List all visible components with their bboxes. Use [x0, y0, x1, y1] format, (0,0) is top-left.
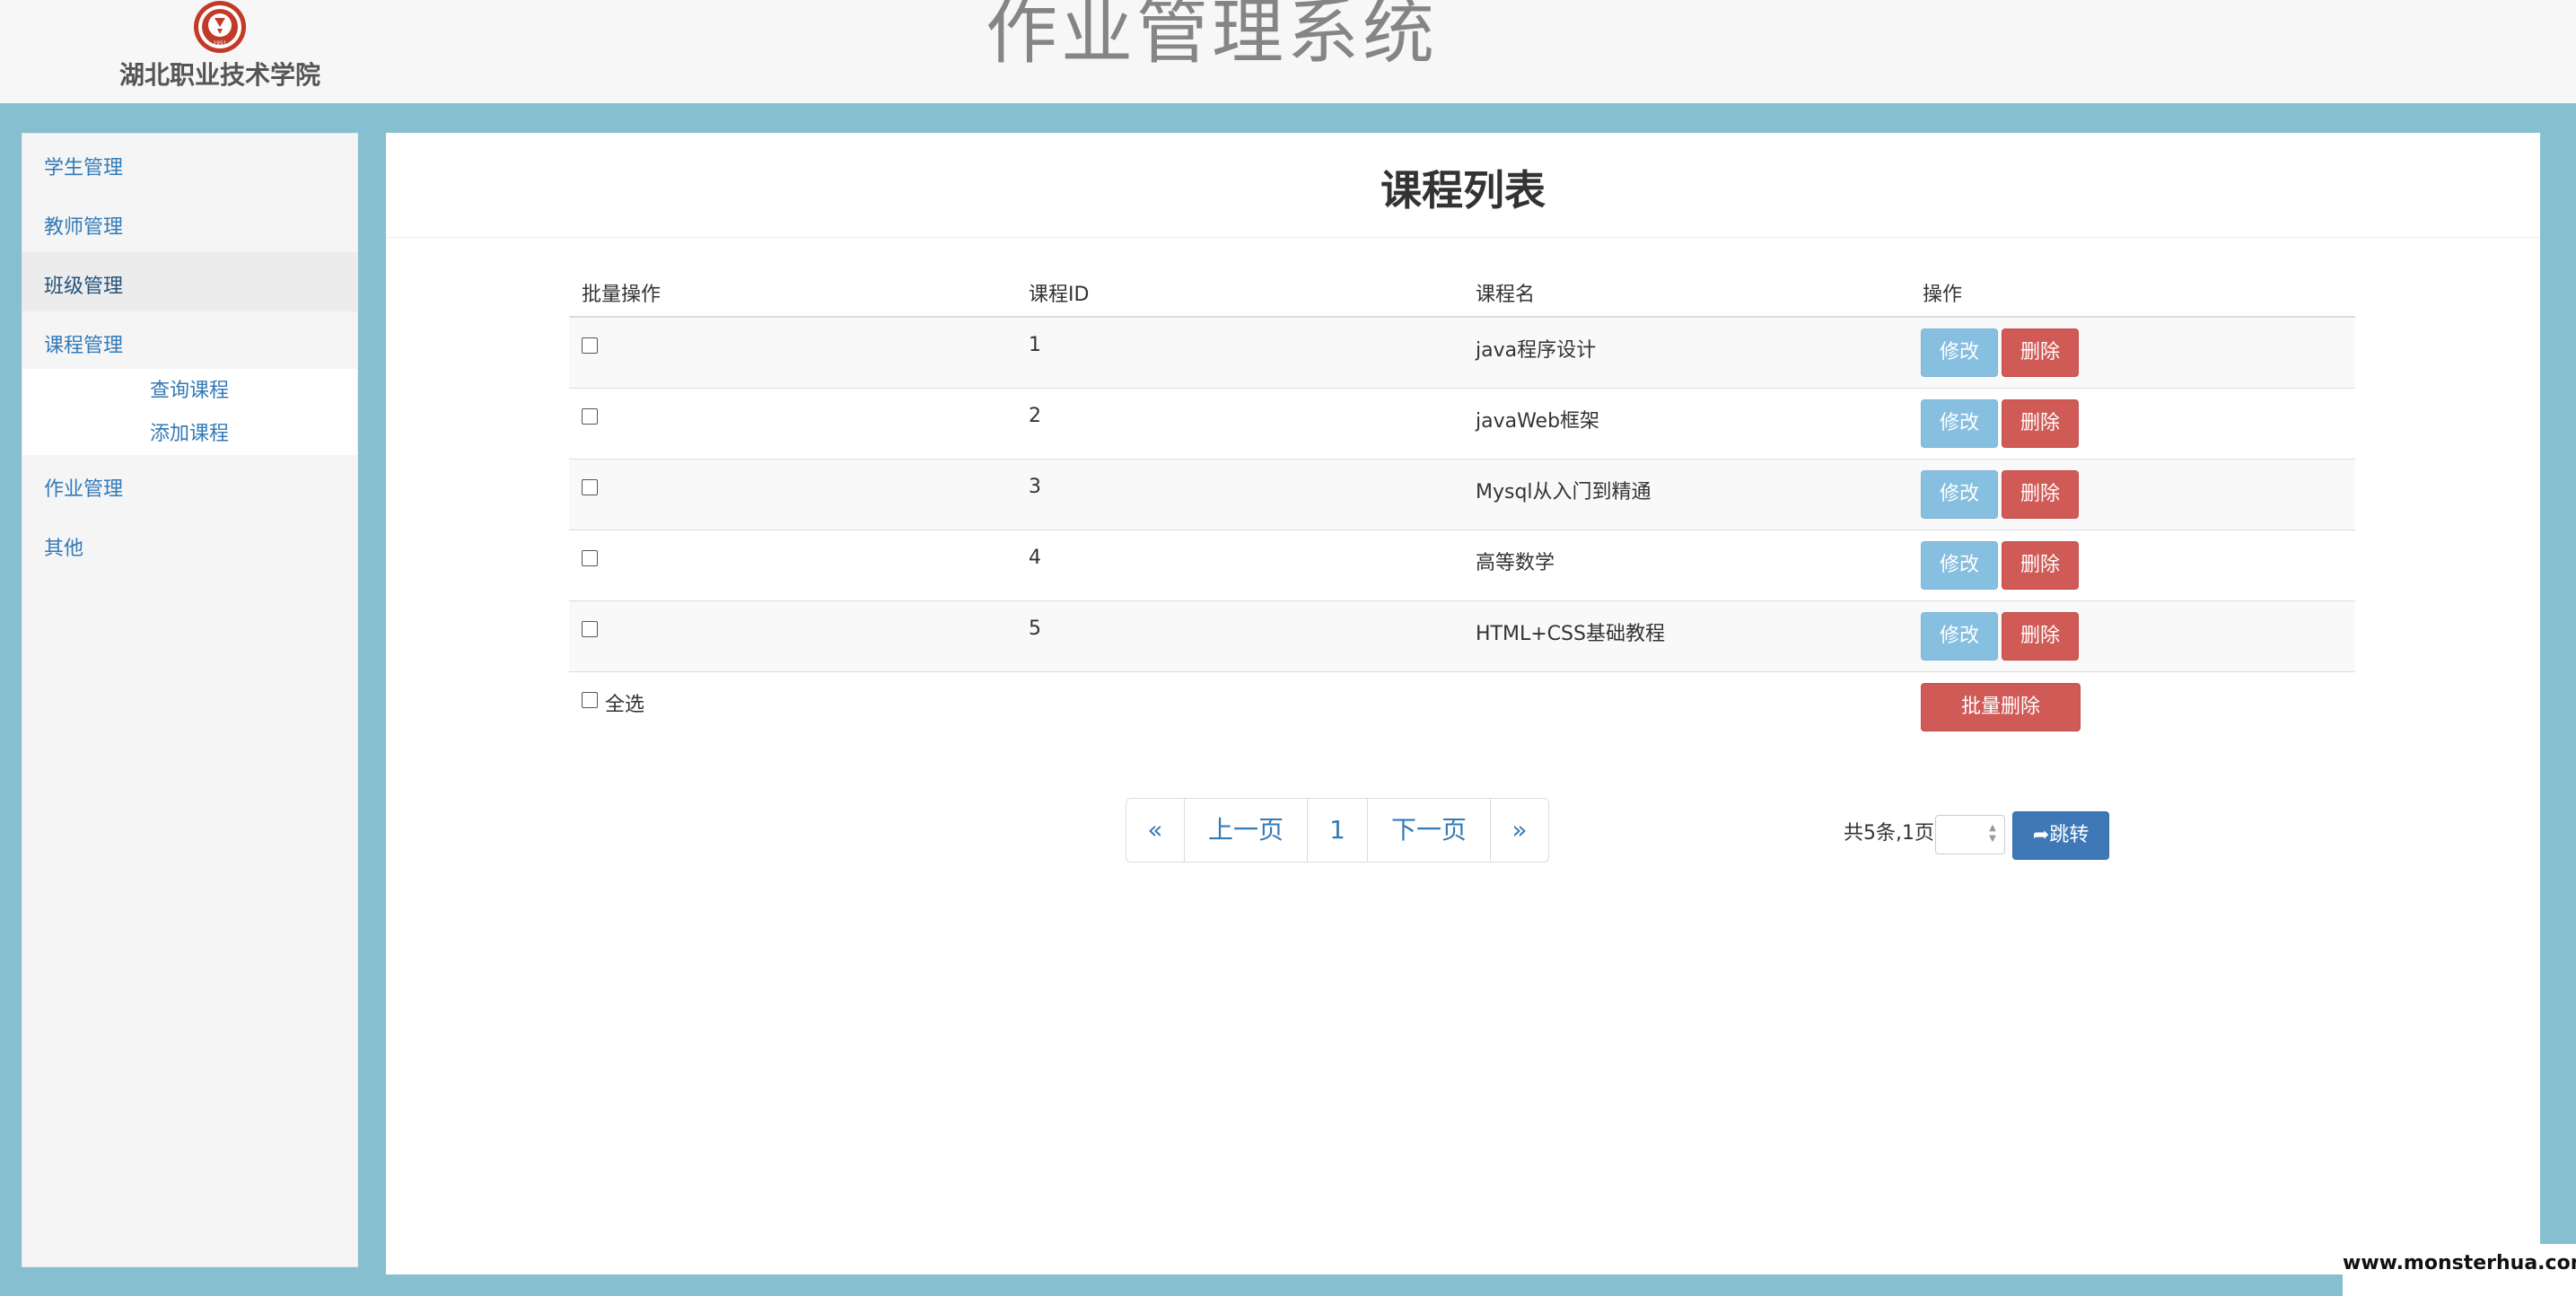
column-header-name: 课程名 [1476, 284, 1536, 306]
svg-text:1951: 1951 [213, 40, 226, 47]
course-id: 2 [1029, 405, 1041, 427]
prev-page-link[interactable]: 上一页 [1185, 799, 1308, 862]
course-name: HTML+CSS基础教程 [1476, 623, 1665, 645]
system-title: 作业管理系统 [986, 0, 1438, 74]
sidebar-item-label: 班级管理 [44, 276, 124, 298]
sidebar-item-label: 其他 [44, 538, 84, 560]
school-logo-block: 1951 湖北职业技术学院 [108, 0, 332, 103]
sidebar-item-classes[interactable]: 班级管理 [22, 252, 357, 311]
submenu-add-course[interactable]: 添加课程 [150, 417, 229, 446]
course-name: javaWeb框架 [1476, 410, 1600, 433]
row-checkbox[interactable] [582, 550, 598, 566]
course-id: 1 [1029, 334, 1041, 356]
first-page-link[interactable]: « [1126, 799, 1185, 862]
column-header-id: 课程ID [1029, 284, 1090, 306]
sidebar-item-other[interactable]: 其他 [22, 514, 357, 574]
edit-button[interactable]: 修改 [1921, 399, 1998, 448]
course-submenu: 查询课程 添加课程 [22, 369, 357, 455]
select-all-checkbox[interactable] [582, 692, 598, 708]
course-name: java程序设计 [1476, 339, 1597, 362]
school-seal-logo: 1951 [194, 1, 246, 53]
pagination: « 上一页 1 下一页 » [1126, 798, 1549, 863]
record-summary: 共5条,1页 [1844, 822, 1934, 845]
sidebar-item-label: 作业管理 [44, 478, 124, 501]
submenu-query-course[interactable]: 查询课程 [150, 374, 229, 403]
sidebar-item-students[interactable]: 学生管理 [22, 134, 357, 193]
sidebar-item-label: 教师管理 [44, 216, 124, 239]
row-checkbox[interactable] [582, 479, 598, 495]
spinner-icon[interactable]: ▲ ▼ [1986, 823, 1999, 846]
sidebar-item-label: 课程管理 [44, 335, 124, 357]
jump-button-label: 跳转 [2049, 824, 2090, 846]
sidebar-nav: 学生管理 教师管理 班级管理 课程管理 查询课程 添加课程 作业管理 其他 [22, 133, 358, 1267]
jump-button[interactable]: ➦跳转 [2012, 811, 2109, 860]
course-table: 批量操作 课程ID 课程名 操作 1 java程序设计 修改 删除 2 java… [569, 267, 2355, 742]
course-id: 4 [1029, 547, 1041, 569]
edit-button[interactable]: 修改 [1921, 541, 1998, 590]
sidebar-item-teachers[interactable]: 教师管理 [22, 193, 357, 252]
row-checkbox[interactable] [582, 337, 598, 354]
course-id: 3 [1029, 476, 1041, 498]
page-number-link[interactable]: 1 [1308, 799, 1368, 862]
table-row: 2 javaWeb框架 修改 删除 [569, 389, 2355, 460]
next-page-link[interactable]: 下一页 [1368, 799, 1491, 862]
delete-button[interactable]: 删除 [2002, 470, 2079, 519]
delete-button[interactable]: 删除 [2002, 541, 2079, 590]
course-name: Mysql从入门到精通 [1476, 481, 1652, 504]
row-checkbox[interactable] [582, 408, 598, 425]
select-all-label: 全选 [605, 694, 645, 716]
page-title: 课程列表 [1380, 166, 1546, 215]
edit-button[interactable]: 修改 [1921, 470, 1998, 519]
sidebar-item-homework[interactable]: 作业管理 [22, 455, 357, 514]
table-footer: 全选 批量删除 [569, 672, 2355, 742]
delete-button[interactable]: 删除 [2002, 612, 2079, 661]
table-row: 3 Mysql从入门到精通 修改 删除 [569, 460, 2355, 530]
delete-button[interactable]: 删除 [2002, 328, 2079, 377]
sidebar-item-courses[interactable]: 课程管理 [22, 311, 357, 371]
main-panel: 课程列表 批量操作 课程ID 课程名 操作 1 java程序设计 修改 删除 2… [386, 133, 2540, 1274]
table-row: 4 高等数学 修改 删除 [569, 530, 2355, 601]
watermark: www.monsterhua.com [2343, 1244, 2576, 1296]
school-name: 湖北职业技术学院 [118, 60, 320, 90]
column-header-actions: 操作 [1923, 284, 1963, 306]
header-bar: 1951 湖北职业技术学院 作业管理系统 [0, 0, 2576, 103]
delete-button[interactable]: 删除 [2002, 399, 2079, 448]
batch-delete-button[interactable]: 批量删除 [1921, 683, 2081, 731]
sidebar-item-label: 学生管理 [44, 157, 124, 180]
table-header: 批量操作 课程ID 课程名 操作 [569, 267, 2355, 318]
last-page-link[interactable]: » [1491, 799, 1548, 862]
row-checkbox[interactable] [582, 621, 598, 637]
course-name: 高等数学 [1476, 552, 1555, 574]
edit-button[interactable]: 修改 [1921, 612, 1998, 661]
panel-heading: 课程列表 [386, 133, 2540, 238]
edit-button[interactable]: 修改 [1921, 328, 1998, 377]
course-id: 5 [1029, 617, 1041, 640]
column-header-batch: 批量操作 [582, 284, 662, 306]
table-row: 1 java程序设计 修改 删除 [569, 318, 2355, 389]
share-arrow-icon: ➦ [2032, 824, 2050, 846]
table-row: 5 HTML+CSS基础教程 修改 删除 [569, 601, 2355, 672]
page-number-input[interactable]: ▲ ▼ [1935, 815, 2005, 854]
